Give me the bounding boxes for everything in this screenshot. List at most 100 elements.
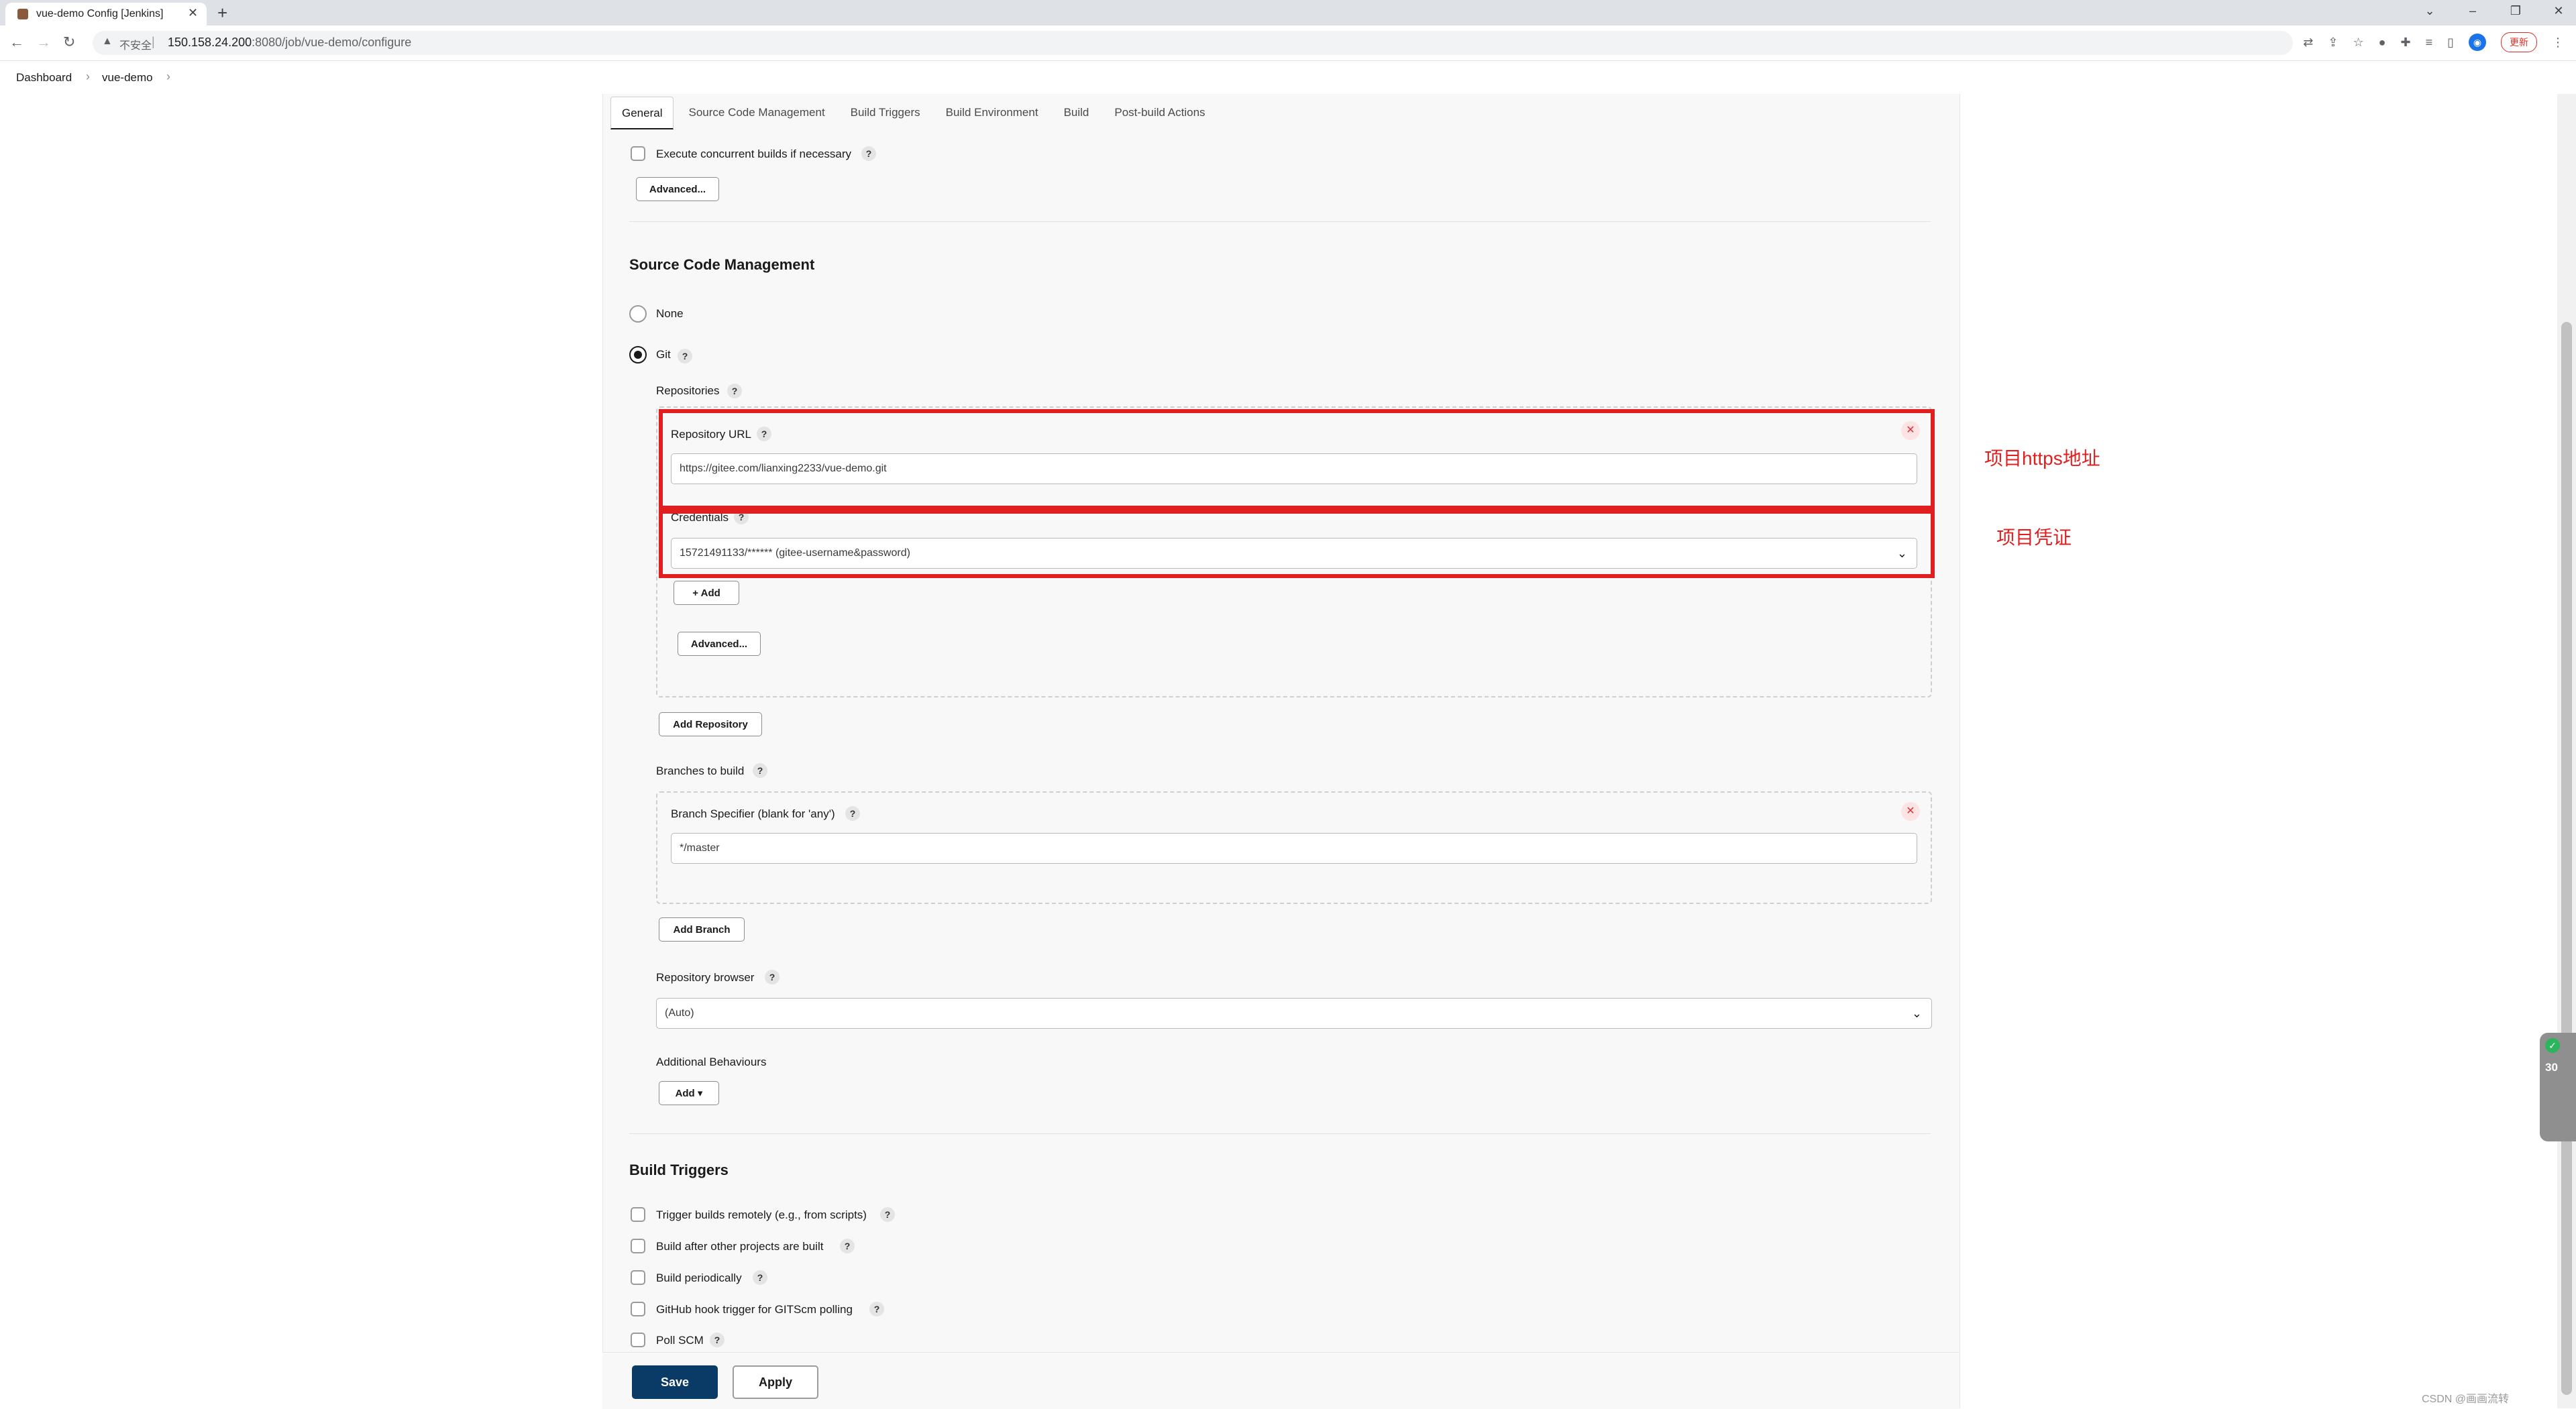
help-icon[interactable]: ? <box>765 970 780 984</box>
github-hook-checkbox[interactable] <box>631 1302 645 1316</box>
browser-tab-strip: vue-demo Config [Jenkins] ✕ + ⌄ – ❐ ✕ <box>0 0 2576 25</box>
concurrent-builds-label: Execute concurrent builds if necessary <box>656 148 852 160</box>
scm-none-label: None <box>656 307 684 320</box>
repo-browser-select[interactable]: (Auto) ⌄ <box>656 998 1932 1029</box>
repo-browser-label: Repository browser <box>656 971 755 984</box>
warning-icon[interactable]: ▲ <box>102 36 113 48</box>
scrollbar-thumb[interactable] <box>2561 322 2572 1395</box>
build-after-other-checkbox[interactable] <box>631 1239 645 1253</box>
chevron-down-icon: ⌄ <box>1911 1007 1922 1020</box>
build-after-other-label: Build after other projects are built <box>656 1240 824 1253</box>
config-tabs: General Source Code Management Build Tri… <box>610 97 1220 130</box>
breadcrumb-dashboard[interactable]: Dashboard <box>16 71 72 84</box>
build-periodically-label: Build periodically <box>656 1272 742 1284</box>
repo-advanced-button[interactable]: Advanced... <box>678 632 761 656</box>
toolbar-icons: ⇄ ⇪ ☆ ● ✚ ≡ ▯ ◉ 更新 ⋮ <box>2303 32 2564 52</box>
csdn-watermark: CSDN @画画流转 <box>2422 1394 2510 1405</box>
help-icon[interactable]: ? <box>845 806 860 821</box>
tab-build[interactable]: Build <box>1053 97 1100 127</box>
apply-button[interactable]: Apply <box>733 1365 818 1399</box>
help-icon[interactable]: ? <box>727 384 742 398</box>
repo-url-highlight-box <box>659 409 1935 510</box>
share-icon[interactable]: ⇪ <box>2328 36 2338 50</box>
translate-icon[interactable]: ⇄ <box>2303 36 2313 50</box>
side-panel-icon[interactable]: ▯ <box>2447 36 2454 50</box>
breadcrumb-vue-demo[interactable]: vue-demo <box>102 71 153 84</box>
add-credentials-button[interactable]: + Add <box>674 581 739 605</box>
insecure-label: 不安全 <box>119 40 152 52</box>
trigger-remote-label: Trigger builds remotely (e.g., from scri… <box>656 1208 867 1221</box>
add-branch-button[interactable]: Add Branch <box>659 917 745 942</box>
tab-post-build-actions[interactable]: Post-build Actions <box>1104 97 1216 127</box>
credentials-annotation: 项目凭证 <box>1996 527 2072 548</box>
close-window-button[interactable]: ✕ <box>2551 4 2567 18</box>
additional-behaviours-label: Additional Behaviours <box>656 1056 767 1068</box>
branches-label: Branches to build <box>656 765 745 777</box>
restore-button[interactable]: ❐ <box>2508 4 2524 18</box>
add-behaviour-dropdown[interactable]: Add ▾ <box>659 1081 719 1105</box>
concurrent-builds-checkbox[interactable] <box>631 146 645 161</box>
help-icon[interactable]: ? <box>869 1302 884 1316</box>
github-hook-label: GitHub hook trigger for GITScm polling <box>656 1303 853 1316</box>
breadcrumb: Dashboard › vue-demo › <box>0 62 2576 94</box>
help-icon[interactable]: ? <box>710 1333 724 1347</box>
delete-branch-icon[interactable]: ✕ <box>1901 802 1920 821</box>
scm-git-radio[interactable] <box>629 346 647 363</box>
profile-avatar[interactable]: ◉ <box>2469 34 2486 51</box>
forward-arrow-icon[interactable]: → <box>36 34 51 51</box>
repositories-label: Repositories <box>656 384 720 397</box>
scm-git-label: Git <box>656 348 671 361</box>
back-arrow-icon[interactable]: ← <box>9 34 24 51</box>
trigger-remote-checkbox[interactable] <box>631 1207 645 1222</box>
url-text[interactable]: 150.158.24.200:8080/job/vue-demo/configu… <box>168 36 411 50</box>
new-tab-button[interactable]: + <box>217 3 227 23</box>
floating-status-widget[interactable]: ✓ 30 <box>2540 1033 2576 1141</box>
url-separator: | <box>152 35 155 48</box>
window-controls: ⌄ – ❐ ✕ <box>2422 4 2567 18</box>
general-advanced-button[interactable]: Advanced... <box>636 177 719 201</box>
scm-none-radio[interactable] <box>629 305 647 323</box>
extension-circle-icon[interactable]: ● <box>2379 36 2386 50</box>
tab-close-icon[interactable]: ✕ <box>188 6 198 20</box>
reading-list-icon[interactable]: ≡ <box>2426 36 2433 50</box>
section-divider <box>629 221 1931 222</box>
browser-tab[interactable]: vue-demo Config [Jenkins] ✕ <box>5 3 207 25</box>
add-repository-button[interactable]: Add Repository <box>659 712 762 736</box>
build-periodically-checkbox[interactable] <box>631 1270 645 1285</box>
poll-scm-label: Poll SCM <box>656 1334 704 1347</box>
update-button[interactable]: 更新 <box>2501 32 2537 52</box>
help-icon[interactable]: ? <box>840 1239 855 1253</box>
help-icon[interactable]: ? <box>753 763 767 778</box>
branch-specifier-label: Branch Specifier (blank for 'any') <box>671 807 835 820</box>
breadcrumb-separator-icon: › <box>86 70 90 83</box>
tab-title: vue-demo Config [Jenkins] <box>36 8 164 19</box>
repo-url-annotation: 项目https地址 <box>1984 448 2100 469</box>
help-icon[interactable]: ? <box>880 1207 895 1222</box>
browser-menu-icon[interactable]: ⋮ <box>2552 36 2564 50</box>
bookmark-star-icon[interactable]: ☆ <box>2353 36 2363 50</box>
tab-build-triggers[interactable]: Build Triggers <box>840 97 931 127</box>
poll-scm-checkbox[interactable] <box>631 1333 645 1347</box>
extensions-puzzle-icon[interactable]: ✚ <box>2400 36 2410 50</box>
breadcrumb-separator-icon[interactable]: › <box>166 70 170 84</box>
url-path: :8080/job/vue-demo/configure <box>252 36 412 49</box>
tab-source-code-management[interactable]: Source Code Management <box>678 97 835 127</box>
reload-icon[interactable]: ↻ <box>63 34 75 51</box>
help-icon[interactable]: ? <box>753 1270 767 1285</box>
tab-search-icon[interactable]: ⌄ <box>2422 4 2438 18</box>
build-triggers-title: Build Triggers <box>629 1162 729 1178</box>
check-icon: ✓ <box>2545 1038 2560 1053</box>
tab-build-environment[interactable]: Build Environment <box>935 97 1049 127</box>
help-icon[interactable]: ? <box>678 349 692 363</box>
credentials-highlight-box <box>659 510 1935 578</box>
minimize-button[interactable]: – <box>2465 4 2481 18</box>
tab-general[interactable]: General <box>610 97 674 129</box>
widget-value: 30 <box>2545 1061 2558 1074</box>
address-bar[interactable]: ▲ 不安全 | 150.158.24.200:8080/job/vue-demo… <box>93 31 2293 55</box>
section-divider <box>629 1133 1931 1134</box>
help-icon[interactable]: ? <box>861 146 876 161</box>
scm-section-title: Source Code Management <box>629 256 815 273</box>
jenkins-favicon-icon <box>17 9 28 19</box>
save-button[interactable]: Save <box>632 1365 718 1399</box>
branch-specifier-input[interactable]: */master <box>671 833 1917 864</box>
